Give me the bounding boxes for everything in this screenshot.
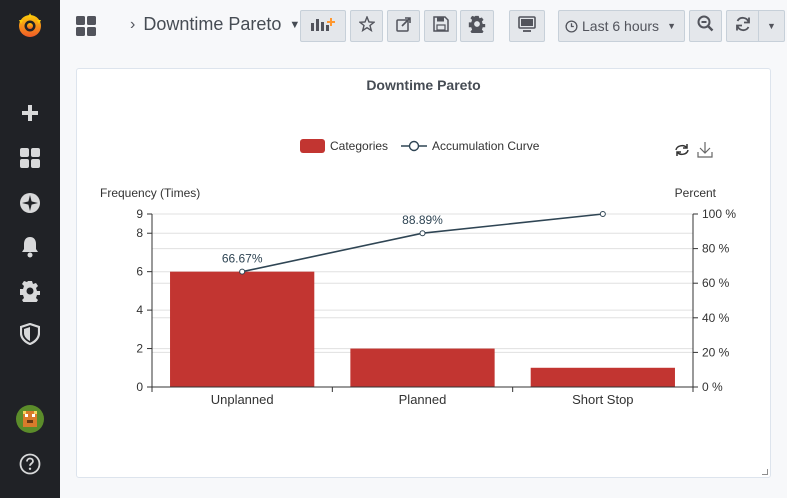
bell-icon[interactable] [14, 231, 46, 263]
chevron-down-icon: ▼ [767, 21, 776, 31]
chart-panel: Downtime Pareto [76, 68, 771, 478]
add-panel-button[interactable] [300, 10, 346, 42]
caret-down-icon[interactable]: ▼ [289, 19, 300, 31]
avatar[interactable] [14, 403, 46, 435]
star-icon [357, 14, 376, 37]
explore-icon[interactable] [14, 187, 46, 219]
zoom-out-button[interactable] [689, 10, 722, 42]
refresh-button[interactable] [726, 10, 759, 42]
dashboard-title[interactable]: Downtime Pareto [143, 14, 281, 35]
shield-icon[interactable] [14, 318, 46, 350]
time-range-label: Last 6 hours [582, 18, 660, 34]
breadcrumb-chevron-icon: › [130, 15, 136, 33]
time-range-picker[interactable]: Last 6 hours ▼ [558, 10, 685, 42]
save-button[interactable] [424, 10, 457, 42]
dashboards-icon[interactable] [14, 142, 46, 174]
star-button[interactable] [350, 10, 383, 42]
chevron-down-icon: ▼ [667, 21, 676, 31]
clock-icon [565, 19, 578, 33]
top-navbar: › Downtime Pareto ▼ Last 6 hours ▼ ▼ [60, 0, 787, 52]
share-button[interactable] [387, 10, 420, 42]
plus-icon[interactable] [14, 97, 46, 129]
dashboard-grid-icon[interactable] [76, 16, 96, 41]
add-panel-icon [310, 16, 336, 37]
share-icon [395, 16, 412, 37]
gear-icon[interactable] [14, 275, 46, 307]
grafana-logo-icon[interactable] [14, 10, 46, 42]
help-icon[interactable] [14, 448, 46, 480]
settings-icon [468, 15, 486, 38]
settings-button[interactable] [460, 10, 494, 42]
tv-icon [518, 15, 536, 37]
zoom-out-icon [697, 15, 714, 37]
resize-handle[interactable] [762, 469, 768, 475]
sidebar [0, 0, 60, 498]
panel-title[interactable]: Downtime Pareto [77, 77, 770, 93]
tv-mode-button[interactable] [509, 10, 545, 42]
save-icon [432, 15, 449, 37]
breadcrumb[interactable]: › Downtime Pareto ▼ [130, 14, 300, 35]
refresh-interval-dropdown[interactable]: ▼ [758, 10, 785, 42]
refresh-icon [735, 16, 751, 37]
